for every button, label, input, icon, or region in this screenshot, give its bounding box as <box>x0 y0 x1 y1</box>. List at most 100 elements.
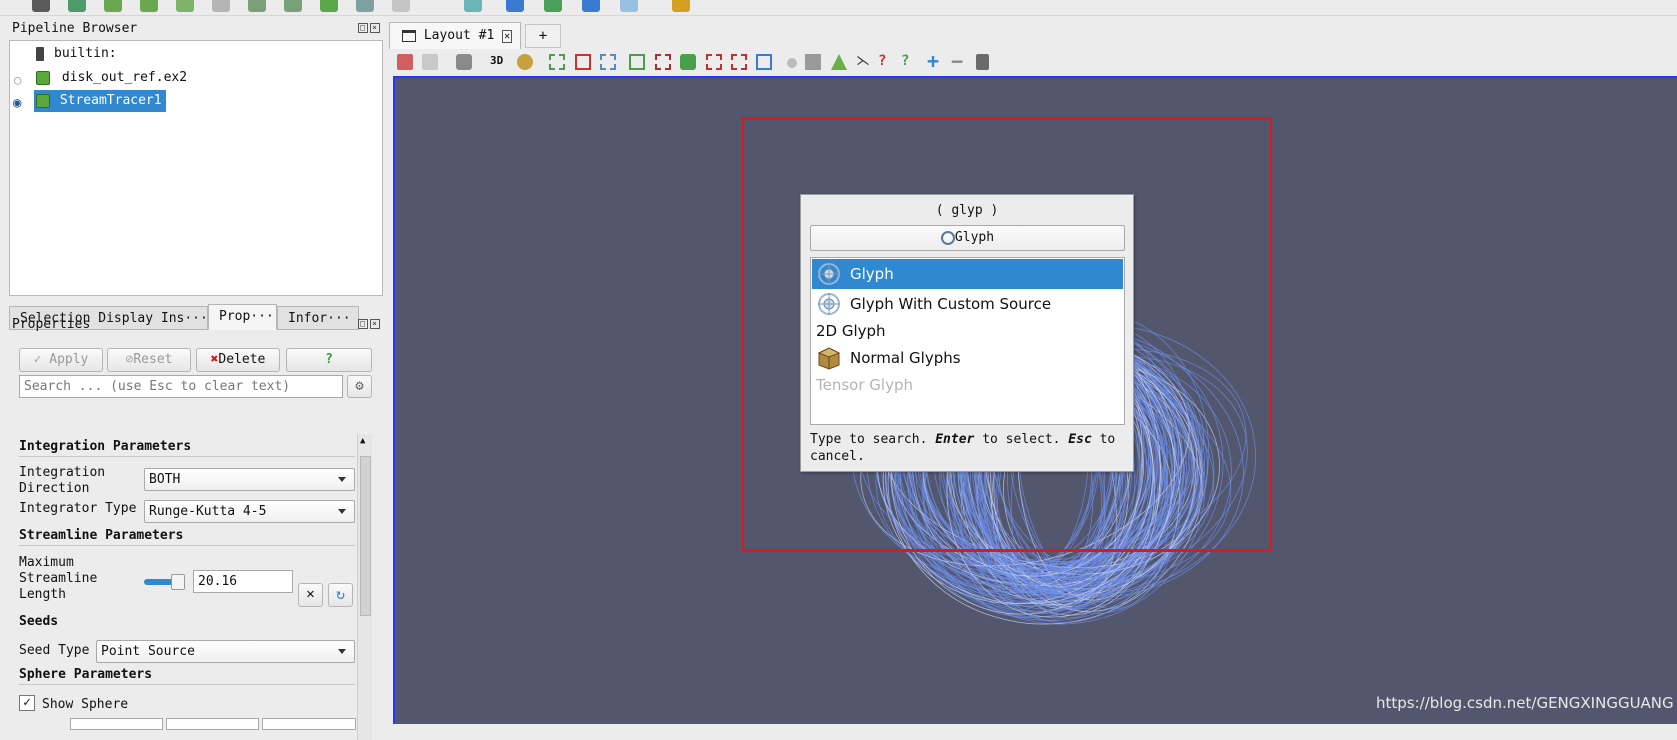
list-item[interactable]: Normal Glyphs <box>812 343 1123 373</box>
list-item[interactable]: Glyph <box>812 259 1123 289</box>
histogram-icon[interactable] <box>582 0 600 12</box>
select-points-icon[interactable] <box>549 54 565 70</box>
pipeline-browser-title: Pipeline Browser <box>12 21 138 36</box>
select-cells-icon[interactable] <box>575 54 591 70</box>
quick-launch-help: Type to search. Enter to select. Esc to … <box>810 432 1116 464</box>
split-vertical-icon[interactable] <box>422 54 438 70</box>
minus-icon[interactable]: − <box>951 51 967 71</box>
grow-selection-icon[interactable] <box>805 54 821 70</box>
hover-cells-icon[interactable] <box>731 54 747 70</box>
cube-icon[interactable] <box>212 0 230 12</box>
max-length-input[interactable]: 20.16 <box>193 570 293 593</box>
add-layout-tab-button[interactable]: + <box>525 24 561 48</box>
delete-button[interactable]: ✖Delete <box>196 348 280 372</box>
pipeline-tree: builtin: ◯ disk_out_ref.ex2 ◉ StreamTrac… <box>9 40 383 296</box>
box-icon <box>816 346 842 370</box>
show-sphere-label: Show Sphere <box>42 697 129 712</box>
gear-icon[interactable] <box>392 0 410 12</box>
streamline-section-title: Streamline Parameters <box>19 528 355 546</box>
chevron-up-icon[interactable]: ▲ <box>360 436 365 446</box>
show-sphere-checkbox[interactable]: ✓ <box>19 695 35 711</box>
filter-icon[interactable] <box>68 0 86 12</box>
plot-icon[interactable] <box>544 0 562 12</box>
zoom-icon[interactable] <box>517 54 533 70</box>
pipeline-item-streamtracer1[interactable]: StreamTracer1 <box>34 90 166 112</box>
refresh-icon: ↻ <box>335 585 346 603</box>
list-item: Tensor Glyph <box>816 376 913 394</box>
layout-icon <box>402 29 416 42</box>
split-horizontal-icon[interactable] <box>397 54 413 70</box>
seed-type-select[interactable]: Point Source <box>96 640 355 663</box>
histogram-icon[interactable] <box>506 0 524 12</box>
select-blocks-icon[interactable] <box>756 54 772 70</box>
glyph-icon <box>940 230 955 245</box>
ruler-icon[interactable] <box>672 0 690 12</box>
tab-properties[interactable]: Prop··· <box>208 304 277 330</box>
toggle-3d-button[interactable]: 3D <box>490 54 503 67</box>
cube-icon <box>36 70 50 85</box>
properties-scrollbar[interactable]: ▲ <box>357 434 372 740</box>
camera-icon[interactable] <box>456 54 472 70</box>
plus-icon[interactable]: + <box>927 51 943 71</box>
tab-layout-1[interactable]: Layout #1 ✕ <box>389 22 521 49</box>
max-length-slider[interactable] <box>144 574 185 590</box>
eye-icon[interactable]: ◉ <box>13 95 21 111</box>
triangle-icon[interactable] <box>831 54 847 70</box>
reset-range-button[interactable]: ↻ <box>328 583 353 607</box>
axes-icon[interactable]: ⋋ <box>856 54 872 70</box>
visibility-hidden-icon[interactable]: ◯ <box>14 73 21 87</box>
integrator-type-select[interactable]: Runge-Kutta 4-5 <box>144 500 355 523</box>
probe-icon[interactable] <box>620 0 638 12</box>
select-interactive-icon[interactable] <box>680 54 696 70</box>
plot-icon[interactable] <box>320 0 338 12</box>
server-icon <box>36 46 44 61</box>
seeds-section-title: Seeds <box>19 614 59 629</box>
max-streamline-length-label: Maximum Streamline Length <box>19 555 98 602</box>
clear-value-button[interactable]: ✕ <box>298 583 323 607</box>
hover-points-icon[interactable] <box>706 54 722 70</box>
layout-tab-bar: Layout #1 ✕ + <box>389 20 1677 49</box>
grid-icon[interactable] <box>32 0 50 12</box>
trash-icon[interactable] <box>976 54 989 70</box>
cube-icon[interactable] <box>104 0 122 12</box>
sphere-param-fields <box>70 718 356 730</box>
integration-direction-label: Integration Direction <box>19 465 106 496</box>
pipeline-item-disk-out-ref[interactable]: disk_out_ref.ex2 <box>36 67 187 89</box>
scrollbar-thumb[interactable] <box>360 456 371 616</box>
integration-section-title: Integration Parameters <box>19 439 355 457</box>
wave-icon[interactable] <box>284 0 302 12</box>
panel-float-buttons[interactable]: □ × <box>356 319 380 329</box>
properties-search-input[interactable]: Search ... (use Esc to clear text) <box>19 375 343 398</box>
glyph-icon <box>816 262 842 286</box>
reset-button[interactable]: ⊘Reset <box>107 348 191 372</box>
cube-icon[interactable] <box>140 0 158 12</box>
tab-information[interactable]: Infor··· <box>277 306 359 330</box>
advanced-settings-button[interactable]: ⚙ <box>347 375 372 398</box>
list-item[interactable]: Glyph With Custom Source <box>812 289 1123 319</box>
apply-button[interactable]: ✓ Apply <box>19 348 103 372</box>
close-icon[interactable]: ✕ <box>502 30 513 43</box>
sphere-section-title: Sphere Parameters <box>19 667 355 685</box>
select-block-icon[interactable] <box>600 54 616 70</box>
integration-direction-select[interactable]: BOTH <box>144 468 355 491</box>
panel-float-buttons[interactable]: □ × <box>356 23 380 33</box>
help-button[interactable]: ? <box>286 348 372 372</box>
chart-icon[interactable] <box>464 0 482 12</box>
select-polygon-icon[interactable] <box>655 54 671 70</box>
chevron-down-icon <box>338 649 346 654</box>
magnify-icon[interactable] <box>787 58 797 68</box>
main-toolbar <box>0 0 1677 16</box>
gear-icon: ⚙ <box>355 378 364 394</box>
glyph-icon <box>816 292 842 316</box>
find-data-icon[interactable]: ? <box>901 54 917 70</box>
gear-icon[interactable] <box>356 0 374 12</box>
query-icon[interactable]: ? <box>878 54 894 70</box>
sphere-icon[interactable] <box>248 0 266 12</box>
quick-launch-search-field[interactable]: Glyph <box>810 225 1125 251</box>
list-item[interactable]: 2D Glyph <box>812 319 1123 343</box>
quick-launch-query: ( glyp ) <box>935 203 999 218</box>
cube-icon[interactable] <box>176 0 194 12</box>
select-frustum-icon[interactable] <box>629 54 645 70</box>
slider-handle[interactable] <box>171 574 185 590</box>
pipeline-item-builtin[interactable]: builtin: <box>36 43 117 65</box>
